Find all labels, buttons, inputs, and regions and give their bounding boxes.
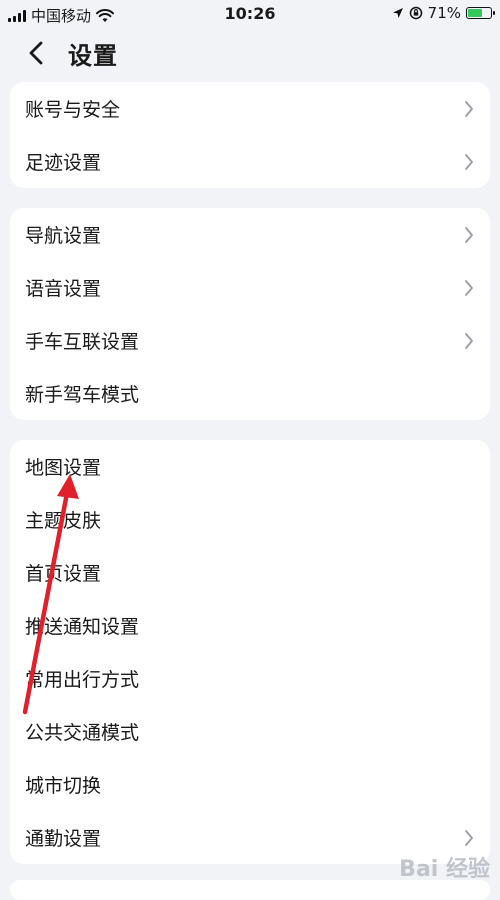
settings-item-voice[interactable]: 语音设置 (10, 261, 490, 314)
chevron-right-icon (465, 830, 473, 846)
settings-item-label: 导航设置 (25, 225, 102, 247)
status-bar: 中国移动 10:26 71% (0, 0, 500, 28)
settings-item-push-notification[interactable]: 推送通知设置 (10, 599, 490, 652)
page-title: 设置 (68, 42, 118, 70)
nav-bar: 设置 (0, 30, 500, 74)
status-right: 71% (392, 4, 495, 22)
settings-item-label: 推送通知设置 (25, 616, 140, 638)
battery-level-fill (468, 9, 482, 17)
chevron-right-icon (465, 333, 473, 349)
settings-item-phone-car-link[interactable]: 手车互联设置 (10, 314, 490, 367)
settings-item-label: 足迹设置 (25, 152, 102, 174)
chevron-right-icon (465, 101, 473, 117)
battery-icon (466, 7, 495, 19)
settings-item-footprint[interactable]: 足迹设置 (10, 135, 490, 188)
settings-item-label: 账号与安全 (25, 99, 121, 121)
settings-item-novice-driving[interactable]: 新手驾车模式 (10, 367, 490, 420)
settings-item-account-security[interactable]: 账号与安全 (10, 82, 490, 135)
chevron-right-icon (465, 154, 473, 170)
chevron-right-icon (465, 227, 473, 243)
settings-item-map[interactable]: 地图设置 (10, 440, 490, 493)
settings-item-home-page[interactable]: 首页设置 (10, 546, 490, 599)
settings-item-label: 主题皮肤 (25, 510, 102, 532)
settings-item-label: 通勤设置 (25, 828, 102, 850)
battery-percent: 71% (427, 4, 461, 22)
settings-item-navigation[interactable]: 导航设置 (10, 208, 490, 261)
settings-item-public-transit[interactable]: 公共交通模式 (10, 705, 490, 758)
settings-item-label: 新手驾车模式 (25, 384, 140, 406)
settings-item-travel-mode[interactable]: 常用出行方式 (10, 652, 490, 705)
back-chevron-icon[interactable] (22, 38, 52, 68)
settings-group-navigation: 导航设置 语音设置 手车互联设置 新手驾车模式 (10, 208, 490, 420)
settings-item-theme-skin[interactable]: 主题皮肤 (10, 493, 490, 546)
settings-group-map: 地图设置 主题皮肤 首页设置 推送通知设置 常用出行方式 公共交通模式 城市切换… (10, 440, 490, 864)
watermark-logo: Bai 经验 (399, 857, 490, 882)
settings-item-label: 语音设置 (25, 278, 102, 300)
settings-item-city-switch[interactable]: 城市切换 (10, 758, 490, 811)
settings-item-label: 首页设置 (25, 563, 102, 585)
settings-item-label: 城市切换 (25, 775, 102, 797)
settings-item-label: 公共交通模式 (25, 722, 140, 744)
settings-item-label: 地图设置 (25, 457, 102, 479)
chevron-right-icon (465, 280, 473, 296)
settings-group-account: 账号与安全 足迹设置 (10, 82, 490, 188)
settings-item-label: 常用出行方式 (25, 669, 140, 691)
settings-group-partial (10, 880, 490, 900)
settings-item-label: 手车互联设置 (25, 331, 140, 353)
orientation-lock-icon (409, 6, 422, 20)
location-icon (392, 8, 403, 18)
